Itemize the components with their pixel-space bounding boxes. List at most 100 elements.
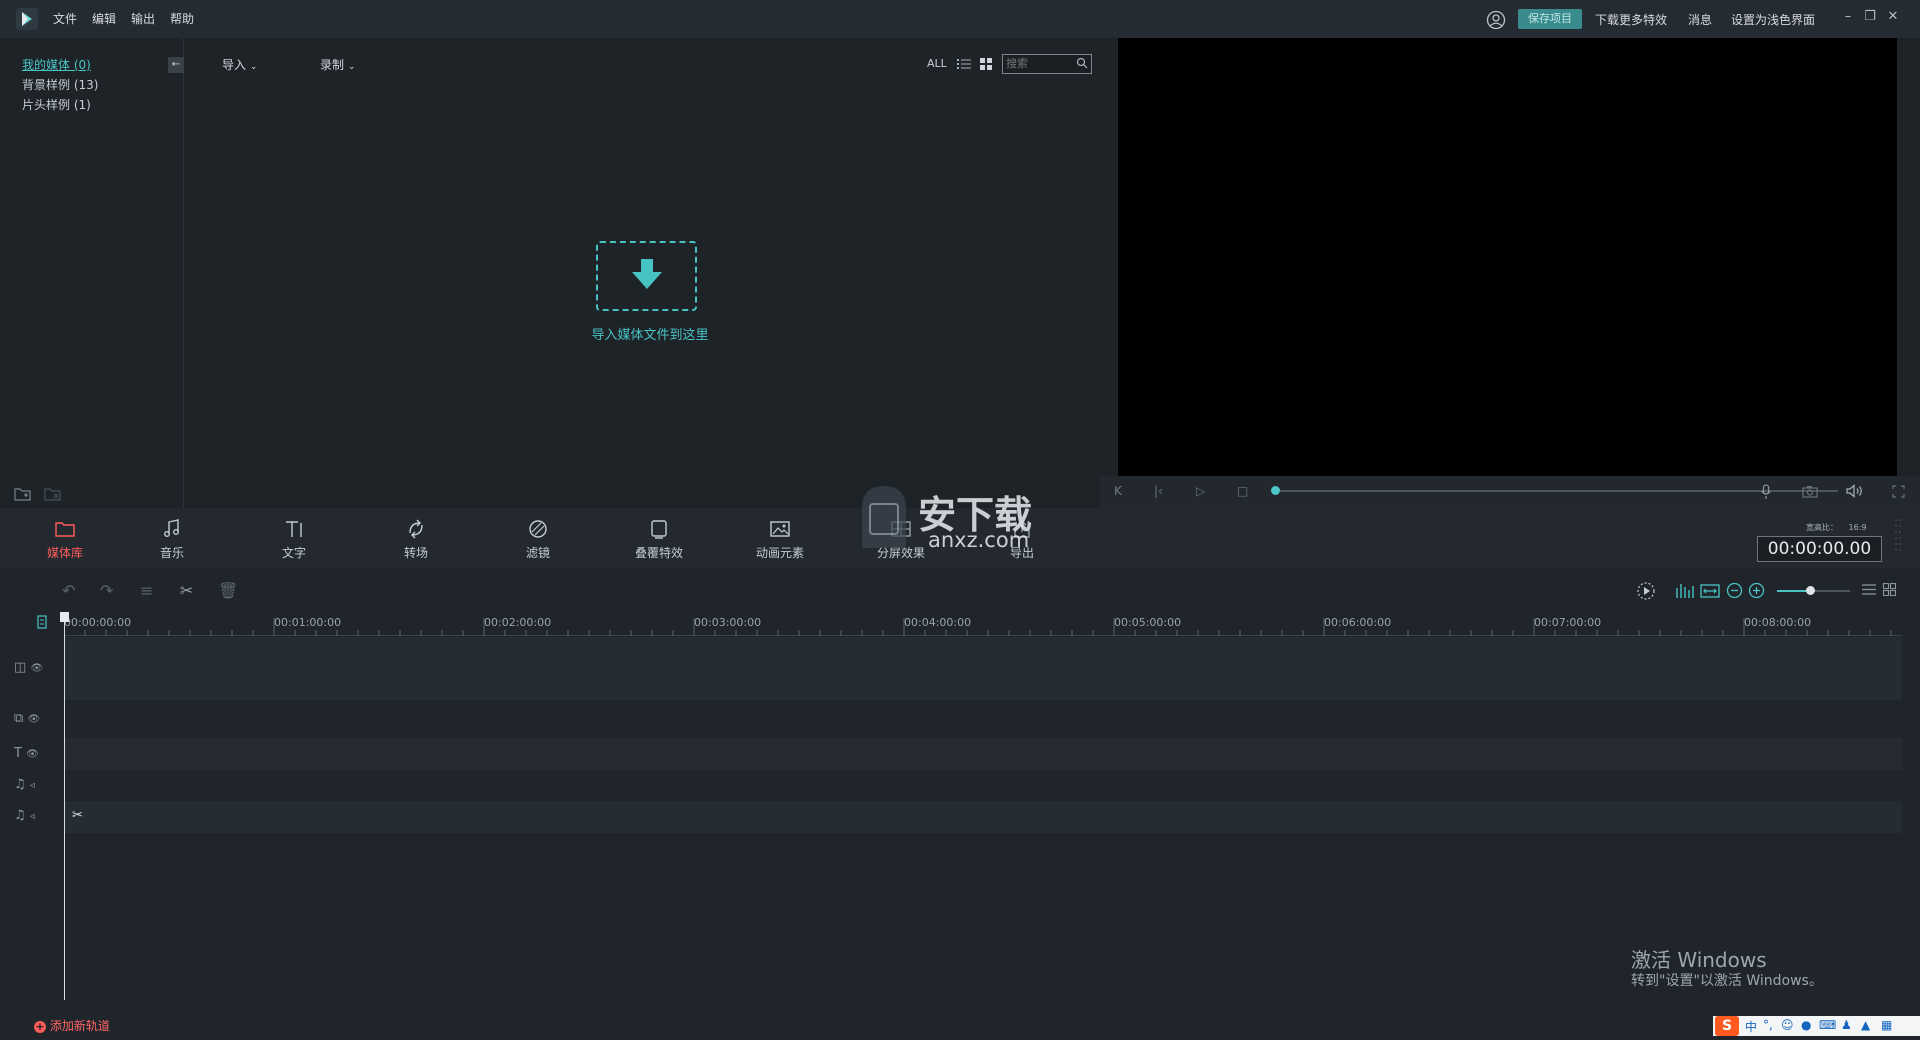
ime-emoji-icon[interactable]: ☺: [1781, 1018, 1794, 1032]
stop-icon[interactable]: □: [1237, 484, 1248, 498]
module-label: 转场: [403, 546, 428, 560]
skip-to-start-icon[interactable]: K: [1114, 484, 1122, 498]
search-icon[interactable]: [1076, 57, 1088, 69]
snapshot-camera-icon[interactable]: [1802, 485, 1818, 498]
tree-item-intro-samples[interactable]: 片头样例 (1): [22, 96, 91, 113]
eye-icon[interactable]: 👁: [30, 663, 43, 674]
theme-toggle-link[interactable]: 设置为浅色界面: [1731, 11, 1815, 28]
playback-progress-knob[interactable]: [1271, 486, 1280, 495]
playhead[interactable]: [64, 618, 65, 1000]
module-transition[interactable]: 转场: [376, 518, 456, 561]
track-list-icon[interactable]: [1862, 583, 1876, 596]
ime-punctuation-icon[interactable]: °,: [1763, 1018, 1773, 1032]
module-animation-elements[interactable]: 动画元素: [740, 518, 820, 561]
collapse-panel-button[interactable]: ←: [168, 57, 184, 73]
maximize-icon[interactable]: ❐: [1862, 8, 1878, 26]
menu-export[interactable]: 输出: [131, 10, 155, 27]
import-dropdown[interactable]: 导入 ⌄: [222, 56, 257, 73]
title-bar: 文件 编辑 输出 帮助 保存项目 下载更多特效 消息 设置为浅色界面 – ❐ ✕: [0, 0, 1920, 38]
microphone-icon[interactable]: [1760, 484, 1772, 500]
render-preview-icon[interactable]: [1636, 581, 1656, 601]
zoom-slider-knob[interactable]: [1806, 586, 1815, 595]
playback-progress-track[interactable]: [1275, 490, 1838, 492]
add-new-track-button[interactable]: + 添加新轨道: [34, 1017, 110, 1034]
module-label: 滤镜: [525, 546, 550, 560]
speaker-icon[interactable]: ◃: [30, 780, 35, 791]
panel-drag-handle[interactable]: [1893, 516, 1903, 558]
delete-icon[interactable]: 🗑: [218, 581, 238, 600]
messages-link[interactable]: 消息: [1688, 11, 1712, 28]
ime-user-icon[interactable]: ♟: [1841, 1018, 1852, 1032]
grid-view-icon[interactable]: [980, 58, 992, 70]
video-track[interactable]: [64, 637, 1902, 700]
module-overlay[interactable]: 叠覆特效: [619, 518, 699, 561]
eye-icon[interactable]: 👁: [27, 714, 40, 725]
tree-item-background-samples[interactable]: 背景样例 (13): [22, 76, 98, 93]
ime-keyboard-icon[interactable]: ⌨: [1819, 1018, 1836, 1032]
aspect-ratio-value: 16:9: [1848, 523, 1867, 532]
aspect-ratio-readout: 宽高比： 16:9: [1806, 522, 1867, 533]
scissors-icon[interactable]: ✂: [72, 808, 83, 823]
eye-icon[interactable]: 👁: [26, 749, 39, 760]
new-folder-icon[interactable]: [14, 486, 32, 502]
fit-timeline-icon[interactable]: [1700, 582, 1720, 600]
close-icon[interactable]: ✕: [1885, 8, 1901, 26]
redo-icon[interactable]: ↷: [100, 581, 113, 600]
tree-item-my-media[interactable]: 我的媒体 (0): [22, 56, 91, 73]
track-manager-icon[interactable]: [37, 615, 47, 629]
minimize-icon[interactable]: –: [1840, 8, 1856, 26]
site-watermark: 安下载 anxz.com: [852, 478, 1072, 560]
filter-all-button[interactable]: ALL: [927, 57, 947, 70]
music-icon: [161, 518, 183, 540]
zoom-in-icon[interactable]: [1748, 582, 1765, 599]
save-project-button[interactable]: 保存项目: [1518, 9, 1582, 29]
audio-mixer-icon[interactable]: [1675, 582, 1695, 600]
delete-folder-icon[interactable]: [44, 486, 62, 502]
cut-icon[interactable]: ✂: [180, 581, 193, 600]
text-track-header: T 👁: [14, 746, 39, 761]
adjust-icon[interactable]: ≡: [140, 581, 153, 600]
menu-help[interactable]: 帮助: [170, 10, 194, 27]
audio-track-2-header: ♫ ◃: [14, 808, 35, 823]
record-dropdown[interactable]: 录制 ⌄: [320, 56, 355, 73]
ime-skin-icon[interactable]: ▲: [1861, 1018, 1870, 1032]
overlay-track[interactable]: [64, 738, 1902, 770]
ime-toolbox-icon[interactable]: ▦: [1881, 1018, 1892, 1032]
module-music[interactable]: 音乐: [132, 518, 212, 561]
image-icon: [769, 518, 791, 540]
fullscreen-icon[interactable]: [1892, 485, 1905, 498]
search-input[interactable]: [1003, 55, 1071, 73]
user-account-icon[interactable]: [1486, 10, 1506, 30]
menu-file[interactable]: 文件: [53, 10, 77, 27]
module-text[interactable]: 文字: [254, 518, 334, 561]
playback-controls: K |‹ ▷ □: [1100, 476, 1920, 508]
audio-track-2[interactable]: [64, 801, 1902, 833]
ruler-label: 00:06:00:00: [1324, 616, 1392, 629]
menu-edit[interactable]: 编辑: [92, 10, 116, 27]
layers-icon: ⧉: [14, 711, 24, 726]
playhead-handle[interactable]: [60, 612, 69, 622]
timeline-ruler[interactable]: 00:00:00:00 00:01:00:00 00:02:00:00 00:0…: [64, 612, 1902, 636]
speaker-icon[interactable]: ◃: [30, 811, 35, 822]
ruler-label: 00:03:00:00: [694, 616, 762, 629]
import-drop-hint: 导入媒体文件到这里: [591, 328, 709, 343]
list-view-icon[interactable]: [957, 58, 971, 70]
zoom-out-icon[interactable]: [1726, 582, 1743, 599]
windows-activation-hint: 转到"设置"以激活 Windows。: [1631, 973, 1823, 989]
zoom-slider-track[interactable]: [1777, 586, 1850, 595]
import-drop-zone[interactable]: [596, 241, 697, 311]
play-icon[interactable]: ▷: [1196, 484, 1205, 498]
step-back-icon[interactable]: |‹: [1154, 484, 1163, 498]
download-more-effects-link[interactable]: 下载更多特效: [1595, 11, 1667, 28]
track-grid-icon[interactable]: [1883, 583, 1896, 596]
record-dropdown-label: 录制: [320, 58, 345, 72]
module-media-library[interactable]: 媒体库: [25, 518, 105, 561]
ime-voice-icon[interactable]: ●: [1801, 1018, 1811, 1032]
volume-icon[interactable]: [1846, 484, 1864, 498]
module-filter[interactable]: 滤镜: [498, 518, 578, 561]
ime-chinese-mode-icon[interactable]: 中: [1745, 1018, 1757, 1035]
media-search-box: [1002, 54, 1092, 74]
sogou-ime-icon[interactable]: S: [1715, 1016, 1739, 1036]
media-category-tree: 我的媒体 (0) 背景样例 (13) 片头样例 (1): [0, 38, 184, 508]
undo-icon[interactable]: ↶: [62, 581, 75, 600]
